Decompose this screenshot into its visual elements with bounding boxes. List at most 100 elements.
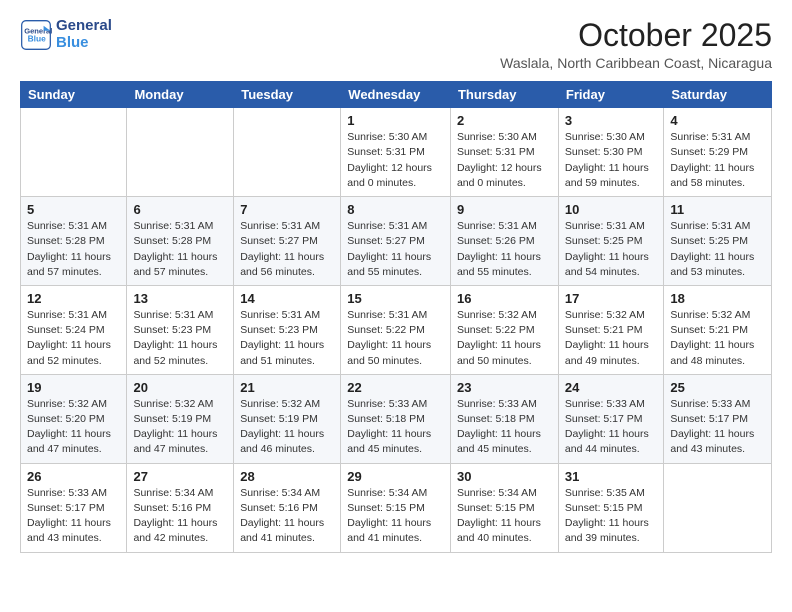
day-number: 15 bbox=[347, 291, 444, 306]
day-number: 6 bbox=[133, 202, 227, 217]
day-info: Sunrise: 5:31 AM Sunset: 5:29 PM Dayligh… bbox=[670, 130, 765, 191]
day-info: Sunrise: 5:33 AM Sunset: 5:17 PM Dayligh… bbox=[565, 397, 657, 458]
calendar-cell: 4 Sunrise: 5:31 AM Sunset: 5:29 PM Daylig… bbox=[664, 108, 772, 197]
day-info: Sunrise: 5:33 AM Sunset: 5:18 PM Dayligh… bbox=[347, 397, 444, 458]
day-info: Sunrise: 5:33 AM Sunset: 5:18 PM Dayligh… bbox=[457, 397, 552, 458]
logo-text: General Blue bbox=[56, 18, 112, 51]
day-info: Sunrise: 5:35 AM Sunset: 5:15 PM Dayligh… bbox=[565, 486, 657, 547]
day-info: Sunrise: 5:30 AM Sunset: 5:30 PM Dayligh… bbox=[565, 130, 657, 191]
calendar-cell: 31 Sunrise: 5:35 AM Sunset: 5:15 PM Dayli… bbox=[558, 463, 663, 552]
day-info: Sunrise: 5:32 AM Sunset: 5:21 PM Dayligh… bbox=[670, 308, 765, 369]
calendar-cell: 10 Sunrise: 5:31 AM Sunset: 5:25 PM Dayli… bbox=[558, 197, 663, 286]
day-info: Sunrise: 5:31 AM Sunset: 5:24 PM Dayligh… bbox=[27, 308, 120, 369]
day-info: Sunrise: 5:31 AM Sunset: 5:25 PM Dayligh… bbox=[565, 219, 657, 280]
weekday-header: Wednesday bbox=[341, 82, 451, 108]
calendar-cell: 14 Sunrise: 5:31 AM Sunset: 5:23 PM Dayli… bbox=[234, 285, 341, 374]
day-info: Sunrise: 5:33 AM Sunset: 5:17 PM Dayligh… bbox=[27, 486, 120, 547]
day-info: Sunrise: 5:30 AM Sunset: 5:31 PM Dayligh… bbox=[347, 130, 444, 191]
calendar-cell: 6 Sunrise: 5:31 AM Sunset: 5:28 PM Daylig… bbox=[127, 197, 234, 286]
calendar-cell: 3 Sunrise: 5:30 AM Sunset: 5:30 PM Daylig… bbox=[558, 108, 663, 197]
day-number: 3 bbox=[565, 113, 657, 128]
day-info: Sunrise: 5:32 AM Sunset: 5:21 PM Dayligh… bbox=[565, 308, 657, 369]
day-number: 17 bbox=[565, 291, 657, 306]
calendar-cell: 12 Sunrise: 5:31 AM Sunset: 5:24 PM Dayli… bbox=[21, 285, 127, 374]
day-info: Sunrise: 5:31 AM Sunset: 5:25 PM Dayligh… bbox=[670, 219, 765, 280]
day-number: 1 bbox=[347, 113, 444, 128]
day-info: Sunrise: 5:34 AM Sunset: 5:16 PM Dayligh… bbox=[133, 486, 227, 547]
day-info: Sunrise: 5:34 AM Sunset: 5:15 PM Dayligh… bbox=[457, 486, 552, 547]
day-info: Sunrise: 5:31 AM Sunset: 5:23 PM Dayligh… bbox=[240, 308, 334, 369]
day-info: Sunrise: 5:33 AM Sunset: 5:17 PM Dayligh… bbox=[670, 397, 765, 458]
day-number: 23 bbox=[457, 380, 552, 395]
calendar-cell: 9Sunrise: 5:31 AM Sunset: 5:26 PM Daylig… bbox=[450, 197, 558, 286]
header: General Blue General Blue October 2025 W… bbox=[20, 18, 772, 71]
day-number: 29 bbox=[347, 469, 444, 484]
day-number: 19 bbox=[27, 380, 120, 395]
day-info: Sunrise: 5:34 AM Sunset: 5:15 PM Dayligh… bbox=[347, 486, 444, 547]
calendar-cell: 29 Sunrise: 5:34 AM Sunset: 5:15 PM Dayli… bbox=[341, 463, 451, 552]
calendar-cell: 21 Sunrise: 5:32 AM Sunset: 5:19 PM Dayli… bbox=[234, 374, 341, 463]
calendar-cell: 26 Sunrise: 5:33 AM Sunset: 5:17 PM Dayli… bbox=[21, 463, 127, 552]
day-number: 28 bbox=[240, 469, 334, 484]
calendar-cell: 22 Sunrise: 5:33 AM Sunset: 5:18 PM Dayli… bbox=[341, 374, 451, 463]
calendar-cell: 17 Sunrise: 5:32 AM Sunset: 5:21 PM Dayli… bbox=[558, 285, 663, 374]
day-number: 20 bbox=[133, 380, 227, 395]
calendar-cell: 13 Sunrise: 5:31 AM Sunset: 5:23 PM Dayli… bbox=[127, 285, 234, 374]
calendar-cell: 30 Sunrise: 5:34 AM Sunset: 5:15 PM Dayli… bbox=[450, 463, 558, 552]
day-info: Sunrise: 5:31 AM Sunset: 5:22 PM Dayligh… bbox=[347, 308, 444, 369]
calendar-cell: 8Sunrise: 5:31 AM Sunset: 5:27 PM Daylig… bbox=[341, 197, 451, 286]
calendar-cell: 28 Sunrise: 5:34 AM Sunset: 5:16 PM Dayli… bbox=[234, 463, 341, 552]
calendar-cell: 20 Sunrise: 5:32 AM Sunset: 5:19 PM Dayli… bbox=[127, 374, 234, 463]
day-info: Sunrise: 5:31 AM Sunset: 5:28 PM Dayligh… bbox=[133, 219, 227, 280]
day-number: 16 bbox=[457, 291, 552, 306]
day-number: 25 bbox=[670, 380, 765, 395]
day-number: 5 bbox=[27, 202, 120, 217]
day-number: 10 bbox=[565, 202, 657, 217]
day-number: 12 bbox=[27, 291, 120, 306]
day-number: 26 bbox=[27, 469, 120, 484]
calendar-cell: 11 Sunrise: 5:31 AM Sunset: 5:25 PM Dayli… bbox=[664, 197, 772, 286]
calendar-cell: 1 Sunrise: 5:30 AM Sunset: 5:31 PM Daylig… bbox=[341, 108, 451, 197]
day-number: 22 bbox=[347, 380, 444, 395]
day-number: 11 bbox=[670, 202, 765, 217]
day-info: Sunrise: 5:32 AM Sunset: 5:20 PM Dayligh… bbox=[27, 397, 120, 458]
day-number: 14 bbox=[240, 291, 334, 306]
calendar-cell: 2 Sunrise: 5:30 AM Sunset: 5:31 PM Daylig… bbox=[450, 108, 558, 197]
day-info: Sunrise: 5:30 AM Sunset: 5:31 PM Dayligh… bbox=[457, 130, 552, 191]
svg-text:Blue: Blue bbox=[28, 33, 47, 43]
day-info: Sunrise: 5:31 AM Sunset: 5:23 PM Dayligh… bbox=[133, 308, 227, 369]
day-number: 13 bbox=[133, 291, 227, 306]
logo: General Blue General Blue bbox=[20, 18, 112, 51]
calendar-cell: 7Sunrise: 5:31 AM Sunset: 5:27 PM Daylig… bbox=[234, 197, 341, 286]
day-number: 30 bbox=[457, 469, 552, 484]
calendar-cell: 5 Sunrise: 5:31 AM Sunset: 5:28 PM Daylig… bbox=[21, 197, 127, 286]
day-number: 7 bbox=[240, 202, 334, 217]
day-info: Sunrise: 5:34 AM Sunset: 5:16 PM Dayligh… bbox=[240, 486, 334, 547]
calendar-cell bbox=[21, 108, 127, 197]
day-number: 4 bbox=[670, 113, 765, 128]
calendar-cell: 23 Sunrise: 5:33 AM Sunset: 5:18 PM Dayli… bbox=[450, 374, 558, 463]
calendar-cell: 25 Sunrise: 5:33 AM Sunset: 5:17 PM Dayli… bbox=[664, 374, 772, 463]
calendar-cell: 19 Sunrise: 5:32 AM Sunset: 5:20 PM Dayli… bbox=[21, 374, 127, 463]
calendar-cell: 27 Sunrise: 5:34 AM Sunset: 5:16 PM Dayli… bbox=[127, 463, 234, 552]
calendar: SundayMondayTuesdayWednesdayThursdayFrid… bbox=[20, 81, 772, 552]
calendar-cell: 16 Sunrise: 5:32 AM Sunset: 5:22 PM Dayli… bbox=[450, 285, 558, 374]
day-info: Sunrise: 5:32 AM Sunset: 5:19 PM Dayligh… bbox=[133, 397, 227, 458]
calendar-cell bbox=[664, 463, 772, 552]
day-number: 27 bbox=[133, 469, 227, 484]
day-info: Sunrise: 5:31 AM Sunset: 5:28 PM Dayligh… bbox=[27, 219, 120, 280]
day-number: 2 bbox=[457, 113, 552, 128]
day-number: 24 bbox=[565, 380, 657, 395]
day-number: 8 bbox=[347, 202, 444, 217]
weekday-header: Friday bbox=[558, 82, 663, 108]
day-number: 31 bbox=[565, 469, 657, 484]
day-number: 18 bbox=[670, 291, 765, 306]
day-number: 21 bbox=[240, 380, 334, 395]
month-title: October 2025 bbox=[500, 18, 772, 53]
day-info: Sunrise: 5:32 AM Sunset: 5:22 PM Dayligh… bbox=[457, 308, 552, 369]
weekday-header: Sunday bbox=[21, 82, 127, 108]
weekday-header: Saturday bbox=[664, 82, 772, 108]
day-info: Sunrise: 5:32 AM Sunset: 5:19 PM Dayligh… bbox=[240, 397, 334, 458]
calendar-cell bbox=[127, 108, 234, 197]
day-info: Sunrise: 5:31 AM Sunset: 5:26 PM Dayligh… bbox=[457, 219, 552, 280]
